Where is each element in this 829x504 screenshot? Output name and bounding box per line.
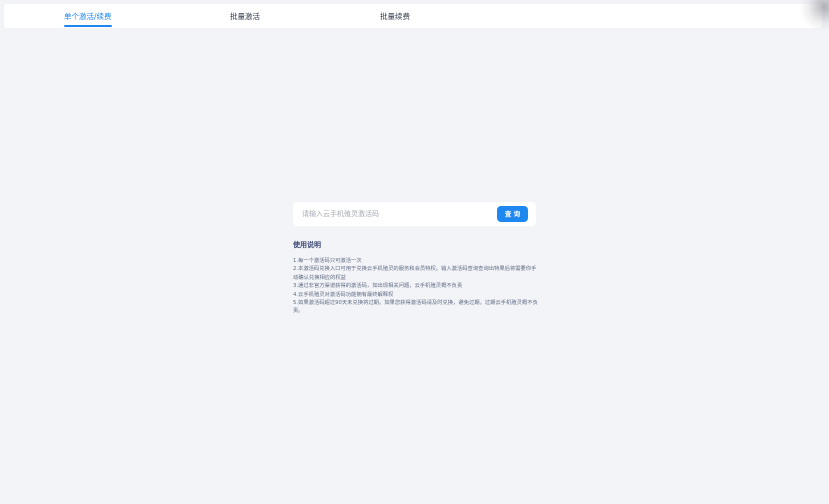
instruction-item: 5.如果激活码超过90天未兑换将过期。如果您获得激活码请及时兑换，避免过期。过期… [293, 300, 538, 315]
tab-label: 批量续费 [380, 12, 410, 21]
activation-code-search-box: 查 询 [293, 202, 536, 226]
tab-label: 单个激活/续费 [64, 12, 112, 21]
instruction-item: 3.通过非官方渠道获得的激活码，如出现相关问题，云手机殖灵概不负责 [293, 283, 463, 290]
tab-batch-renew[interactable]: 批量续费 [380, 4, 410, 28]
active-tab-indicator [64, 25, 112, 27]
usage-instructions: 使用说明 1.每一个激活码只可激活一次 2.本激活码兑换入口可用于兑换云手机殖灵… [293, 241, 538, 316]
activation-code-input[interactable] [293, 202, 489, 226]
tab-bar: 单个激活/续费 批量激活 批量续费 [4, 4, 822, 28]
instruction-item: 2.本激活码兑换入口可用于兑换云手机殖灵的服务和会员特权。输入激活码查询查询出特… [293, 266, 537, 281]
instructions-title: 使用说明 [293, 241, 321, 249]
query-button[interactable]: 查 询 [497, 206, 528, 222]
instruction-item: 4.云手机殖灵对激活码功能拥有最终解释权 [293, 291, 394, 298]
tab-label: 批量激活 [230, 12, 260, 21]
tab-single-activate-renew[interactable]: 单个激活/续费 [64, 4, 112, 28]
instruction-item: 1.每一个激活码只可激活一次 [293, 258, 362, 264]
tab-batch-activate[interactable]: 批量激活 [230, 4, 260, 28]
